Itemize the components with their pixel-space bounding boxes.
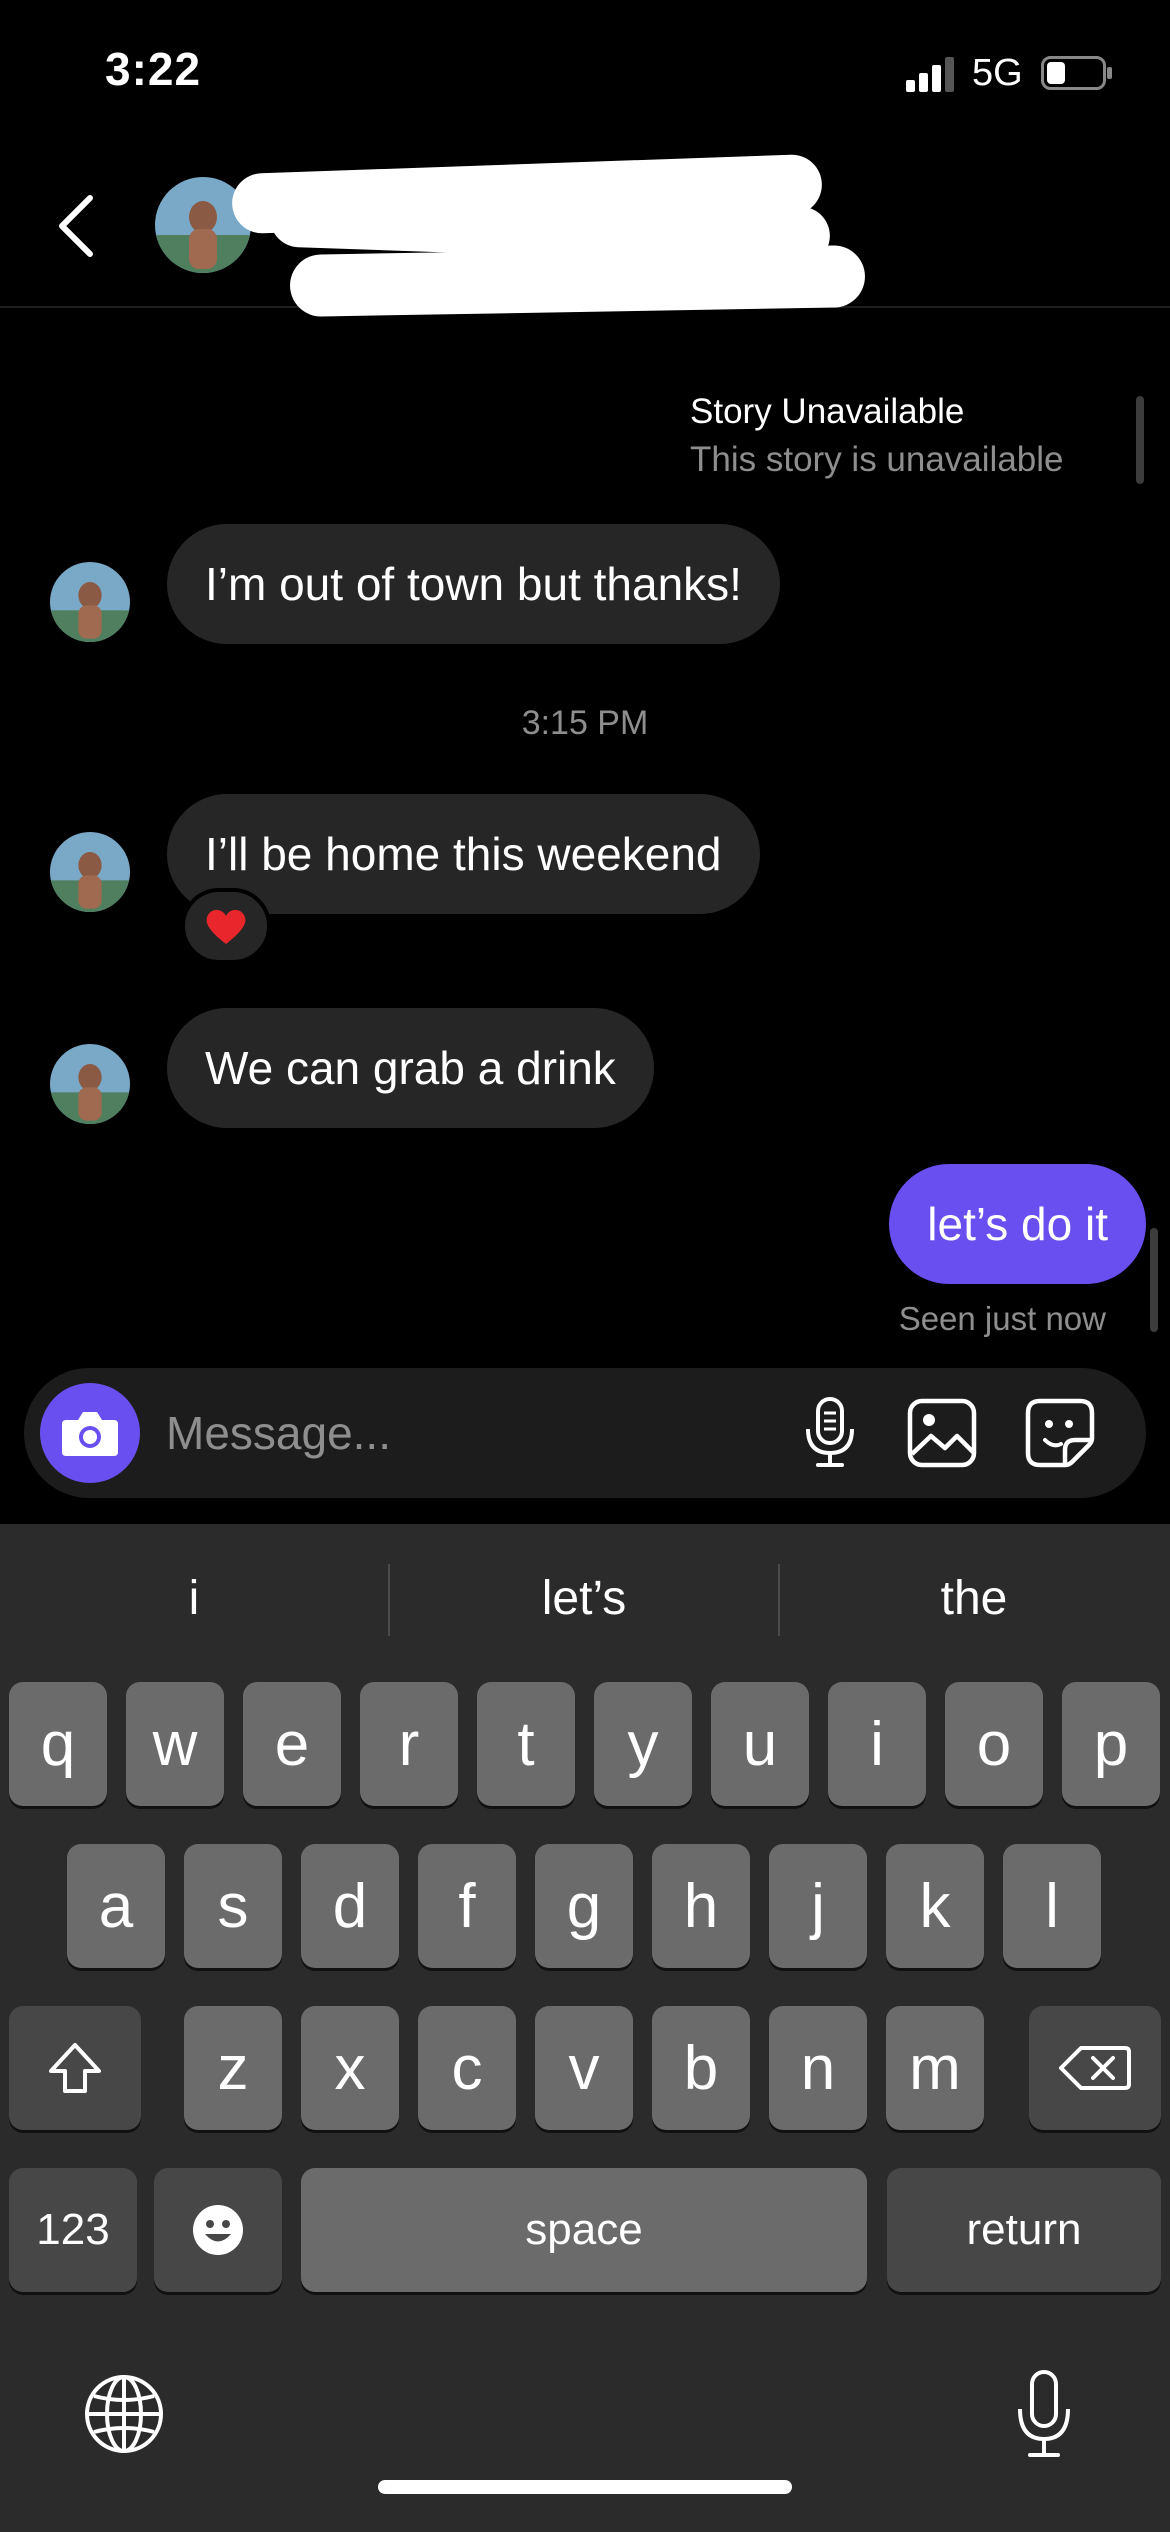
keyboard: i let’s the q w e r t y u i o p a s d f … xyxy=(0,1524,1170,2532)
emoji-key[interactable] xyxy=(154,2168,282,2292)
key-v[interactable]: v xyxy=(535,2006,633,2130)
space-key[interactable]: space xyxy=(301,2168,867,2292)
sticker-icon xyxy=(1025,1398,1095,1468)
key-l[interactable]: l xyxy=(1003,1844,1101,1968)
battery-icon xyxy=(1041,56,1112,90)
message-timestamp: 3:15 PM xyxy=(521,704,649,742)
emoji-icon xyxy=(193,2205,243,2255)
message-bubble-incoming[interactable]: We can grab a drink xyxy=(167,1008,654,1128)
key-g[interactable]: g xyxy=(535,1844,633,1968)
avatar-image xyxy=(50,1044,130,1124)
status-bar: 3:22 5G xyxy=(0,0,1170,150)
home-indicator[interactable] xyxy=(378,2480,792,2494)
story-unavailable-title: Story Unavailable xyxy=(690,392,965,431)
scrollbar-thumb[interactable] xyxy=(1150,1228,1158,1332)
suggestion-1[interactable]: i xyxy=(0,1524,388,1674)
avatar-image xyxy=(50,562,130,642)
redacted-status xyxy=(289,244,866,318)
heart-reaction[interactable] xyxy=(181,888,271,964)
scrollbar-thumb-top xyxy=(1136,396,1144,484)
dictation-microphone-icon xyxy=(1018,2370,1070,2457)
status-time: 3:22 xyxy=(105,43,202,95)
key-s[interactable]: s xyxy=(184,1844,282,1968)
sticker-button[interactable] xyxy=(1024,1397,1096,1469)
key-y[interactable]: y xyxy=(594,1682,692,1806)
conversation-header xyxy=(0,150,1170,318)
seen-status: Seen just now xyxy=(898,1300,1106,1337)
message-bubble-outgoing[interactable]: let’s do it xyxy=(889,1164,1146,1284)
key-z[interactable]: z xyxy=(184,2006,282,2130)
key-t[interactable]: t xyxy=(477,1682,575,1806)
voice-message-button[interactable] xyxy=(794,1397,866,1469)
back-button[interactable] xyxy=(40,186,112,266)
backspace-icon xyxy=(1059,2046,1131,2090)
story-unavailable-subtitle: This story is unavailable xyxy=(690,440,1064,479)
shift-key[interactable] xyxy=(9,2006,141,2130)
gallery-button[interactable] xyxy=(906,1397,978,1469)
key-j[interactable]: j xyxy=(769,1844,867,1968)
key-p[interactable]: p xyxy=(1062,1682,1160,1806)
backspace-key[interactable] xyxy=(1029,2006,1161,2130)
message-input[interactable] xyxy=(166,1398,766,1468)
return-key[interactable]: return xyxy=(887,2168,1161,2292)
sender-avatar[interactable] xyxy=(50,832,130,912)
cellular-signal-icon xyxy=(906,57,954,92)
key-n[interactable]: n xyxy=(769,2006,867,2130)
gallery-icon xyxy=(907,1398,977,1468)
dictation-button[interactable] xyxy=(1002,2366,1086,2462)
key-o[interactable]: o xyxy=(945,1682,1043,1806)
key-a[interactable]: a xyxy=(67,1844,165,1968)
camera-button[interactable] xyxy=(40,1383,140,1483)
heart-icon xyxy=(206,909,246,944)
microphone-icon xyxy=(806,1397,854,1467)
key-m[interactable]: m xyxy=(886,2006,984,2130)
key-u[interactable]: u xyxy=(711,1682,809,1806)
camera-icon xyxy=(62,1412,118,1456)
key-r[interactable]: r xyxy=(360,1682,458,1806)
key-b[interactable]: b xyxy=(652,2006,750,2130)
numbers-key[interactable]: 123 xyxy=(9,2168,137,2292)
key-f[interactable]: f xyxy=(418,1844,516,1968)
key-i[interactable]: i xyxy=(828,1682,926,1806)
suggestion-3[interactable]: the xyxy=(780,1524,1168,1674)
network-type: 5G xyxy=(972,52,1023,94)
key-x[interactable]: x xyxy=(301,2006,399,2130)
sender-avatar[interactable] xyxy=(50,1044,130,1124)
key-h[interactable]: h xyxy=(652,1844,750,1968)
suggestion-2[interactable]: let’s xyxy=(390,1524,778,1674)
globe-icon xyxy=(85,2375,163,2453)
shift-icon xyxy=(49,2043,101,2093)
key-k[interactable]: k xyxy=(886,1844,984,1968)
key-w[interactable]: w xyxy=(126,1682,224,1806)
key-d[interactable]: d xyxy=(301,1844,399,1968)
key-q[interactable]: q xyxy=(9,1682,107,1806)
message-bubble-incoming[interactable]: I’m out of town but thanks! xyxy=(167,524,780,644)
globe-button[interactable] xyxy=(82,2372,166,2456)
key-e[interactable]: e xyxy=(243,1682,341,1806)
sender-avatar[interactable] xyxy=(50,562,130,642)
message-composer xyxy=(24,1368,1146,1498)
chevron-left-icon xyxy=(59,195,93,257)
predictive-suggestions: i let’s the xyxy=(0,1524,1170,1674)
key-c[interactable]: c xyxy=(418,2006,516,2130)
avatar-image xyxy=(50,832,130,912)
